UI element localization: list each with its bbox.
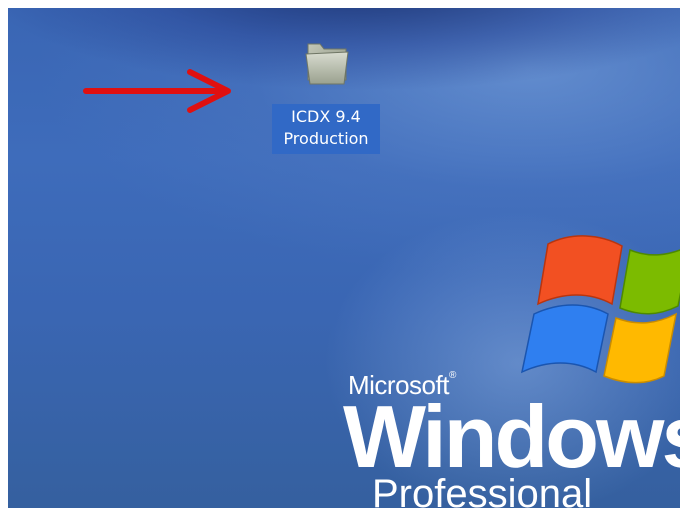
folder-label-line1: ICDX 9.4	[291, 107, 361, 126]
folder-label[interactable]: ICDX 9.4 Production	[272, 104, 380, 154]
screenshot-frame: ICDX 9.4 Production Microsoft® Windows P…	[0, 0, 686, 515]
folder-icon	[305, 43, 349, 85]
desktop-folder-icdx[interactable]: ICDX 9.4 Production	[270, 36, 382, 164]
red-arrow-icon	[83, 69, 231, 113]
folder-label-line2: Production	[283, 129, 369, 148]
windows-wordmark: Windows	[343, 387, 680, 486]
desktop[interactable]: ICDX 9.4 Production Microsoft® Windows P…	[8, 8, 680, 508]
edition-wordmark: Professional	[372, 472, 593, 508]
